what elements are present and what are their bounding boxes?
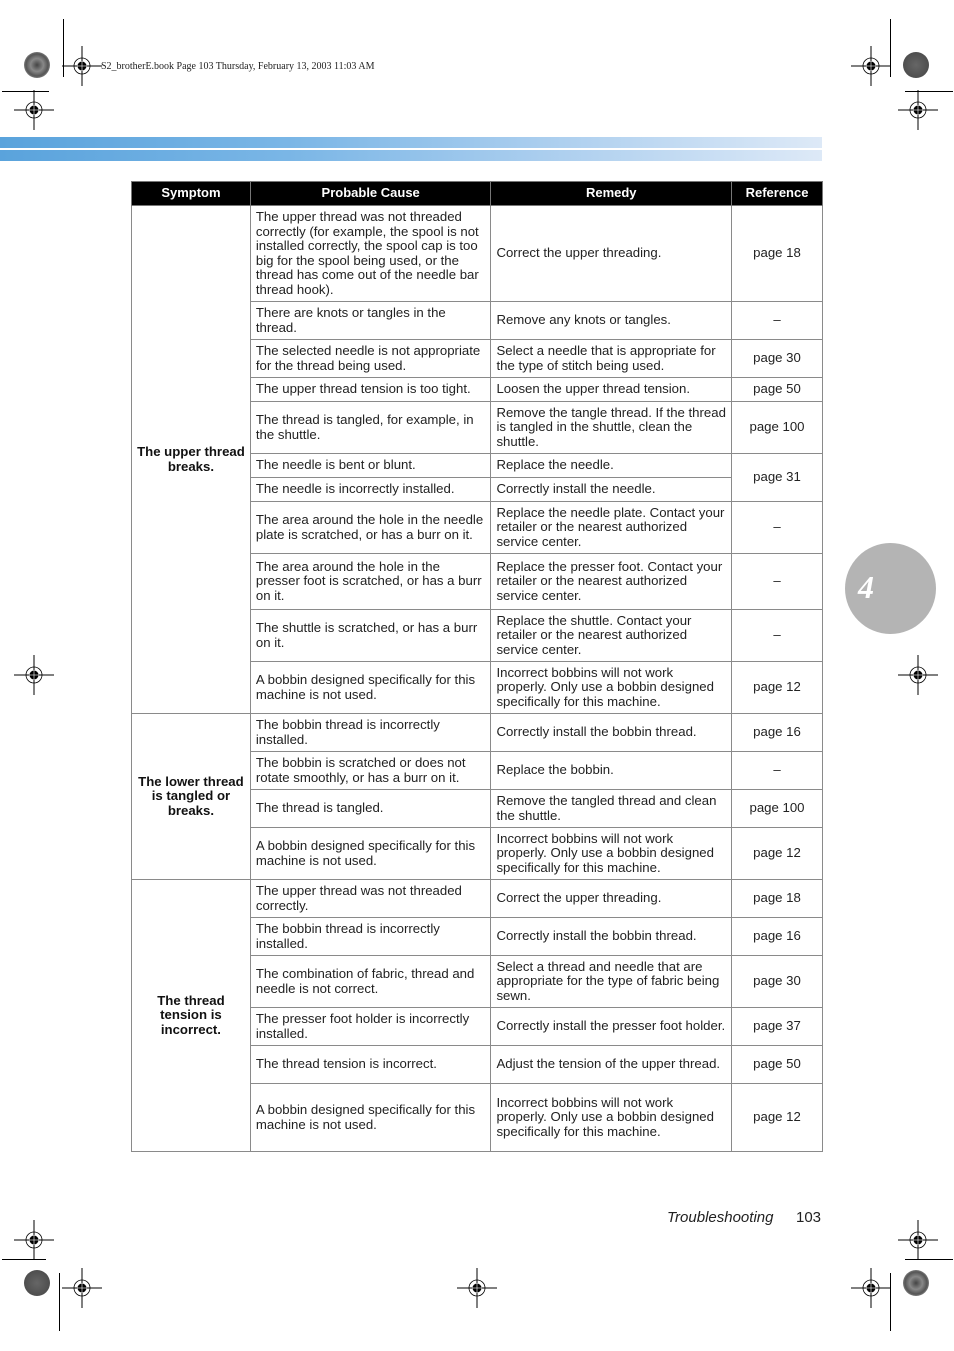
column-header-reference: Reference [731,181,823,206]
remedy-cell: Replace the presser foot. Contact your r… [490,553,733,610]
reference-cell: page 16 [731,713,823,752]
crosshair-mark-icon [898,655,938,695]
reference-cell: page 100 [731,401,823,454]
table-row: The upper thread breaks. The upper thread… [131,205,823,714]
remedy-cell: Correct the upper threading. [490,879,733,918]
cause-cell: The bobbin is scratched or does not rota… [249,751,492,790]
column-header-remedy: Remedy [490,181,733,206]
reference-cell: – [731,301,823,340]
header-band [0,150,822,161]
remedy-cell: Replace the bobbin. [490,751,733,790]
cause-cell: The needle is incorrectly installed. [249,477,492,502]
reference-cell: – [731,609,823,662]
cause-cell: The bobbin thread is incorrectly install… [249,917,492,956]
crosshair-mark-icon [14,655,54,695]
reference-cell: page 31 [731,453,823,502]
remedy-cell: Incorrect bobbins will not work properly… [490,827,733,880]
cause-cell: A bobbin designed specifically for this … [249,661,492,714]
cause-cell: The needle is bent or blunt. [249,453,492,478]
reference-cell: page 37 [731,1007,823,1046]
remedy-cell: Select a thread and needle that are appr… [490,955,733,1008]
column-header-symptom: Symptom [131,181,251,206]
cause-cell: The combination of fabric, thread and ne… [249,955,492,1008]
footer-section-title: Troubleshooting [667,1209,774,1226]
footer-page-number: 103 [796,1209,822,1226]
crosshair-mark-icon [62,1268,102,1308]
table-row: The thread tension is incorrect. The uppe… [131,879,823,1152]
remedy-cell: Adjust the tension of the upper thread. [490,1045,733,1084]
cause-cell: The selected needle is not appropriate f… [249,339,492,378]
crosshair-mark-icon [14,1220,54,1260]
remedy-cell: Loosen the upper thread tension. [490,377,733,402]
crosshair-mark-icon [14,90,54,130]
reference-cell: page 12 [731,827,823,880]
remedy-cell: Replace the needle. [490,453,733,478]
cause-cell: The presser foot holder is incorrectly i… [249,1007,492,1046]
cause-cell: The upper thread was not threaded correc… [249,879,492,918]
print-header: S2_brotherE.book Page 103 Thursday, Febr… [101,61,375,72]
cause-cell: A bobbin designed specifically for this … [249,827,492,880]
reference-cell: page 100 [731,789,823,828]
reference-cell: – [731,751,823,790]
cause-cell: The area around the hole in the presser … [249,553,492,610]
cause-cell: There are knots or tangles in the thread… [249,301,492,340]
cause-cell: The area around the hole in the needle p… [249,501,492,554]
reference-cell: page 30 [731,339,823,378]
crosshair-mark-icon [898,1220,938,1260]
registration-rosette-icon [24,1270,50,1296]
reference-cell: – [731,553,823,610]
reference-cell: page 18 [731,205,823,302]
crosshair-mark-icon [898,90,938,130]
cause-cell: The upper thread tension is too tight. [249,377,492,402]
table-header-row: Symptom Probable Cause Remedy Reference [131,181,823,206]
troubleshooting-table: Symptom Probable Cause Remedy Reference … [131,181,823,1152]
remedy-cell: Remove the tangle thread. If the thread … [490,401,733,454]
trim-line [59,1273,60,1331]
reference-cell: page 50 [731,377,823,402]
remedy-cell: Incorrect bobbins will not work properly… [490,1083,733,1152]
registration-rosette-icon [903,52,929,78]
cause-cell: The thread is tangled, for example, in t… [249,401,492,454]
remedy-cell: Replace the shuttle. Contact your retail… [490,609,733,662]
crosshair-mark-icon [851,1268,891,1308]
cause-cell: The bobbin thread is incorrectly install… [249,713,492,752]
crosshair-mark-icon [62,46,102,86]
reference-cell: page 12 [731,661,823,714]
table-row: The lower thread is tangled or breaks. Th… [131,713,823,880]
reference-cell: page 12 [731,1083,823,1152]
cause-cell: The thread tension is incorrect. [249,1045,492,1084]
column-header-cause: Probable Cause [249,181,492,206]
cause-cell: The shuttle is scratched, or has a burr … [249,609,492,662]
remedy-cell: Incorrect bobbins will not work properly… [490,661,733,714]
chapter-number: 4 [858,569,874,605]
crosshair-mark-icon [457,1268,497,1308]
reference-cell: page 50 [731,1045,823,1084]
cause-cell: A bobbin designed specifically for this … [249,1083,492,1152]
remedy-cell: Correctly install the needle. [490,477,733,502]
remedy-cell: Correctly install the bobbin thread. [490,917,733,956]
remedy-cell: Correct the upper threading. [490,205,733,302]
remedy-cell: Replace the needle plate. Contact your r… [490,501,733,554]
reference-cell: page 18 [731,879,823,918]
symptom-cell: The lower thread is tangled or breaks. [131,713,251,880]
remedy-cell: Correctly install the bobbin thread. [490,713,733,752]
header-band [0,137,822,148]
remedy-cell: Select a needle that is appropriate for … [490,339,733,378]
reference-cell: page 30 [731,955,823,1008]
remedy-cell: Remove the tangled thread and clean the … [490,789,733,828]
reference-cell: page 16 [731,917,823,956]
remedy-cell: Correctly install the presser foot holde… [490,1007,733,1046]
remedy-cell: Remove any knots or tangles. [490,301,733,340]
registration-rosette-icon [24,52,50,78]
cause-cell: The thread is tangled. [249,789,492,828]
chapter-tab: 4 [845,543,936,634]
symptom-cell: The thread tension is incorrect. [131,879,251,1152]
cause-cell: The upper thread was not threaded correc… [249,205,492,302]
registration-rosette-icon [903,1270,929,1296]
reference-cell: – [731,501,823,554]
crosshair-mark-icon [851,46,891,86]
symptom-cell: The upper thread breaks. [131,205,251,714]
